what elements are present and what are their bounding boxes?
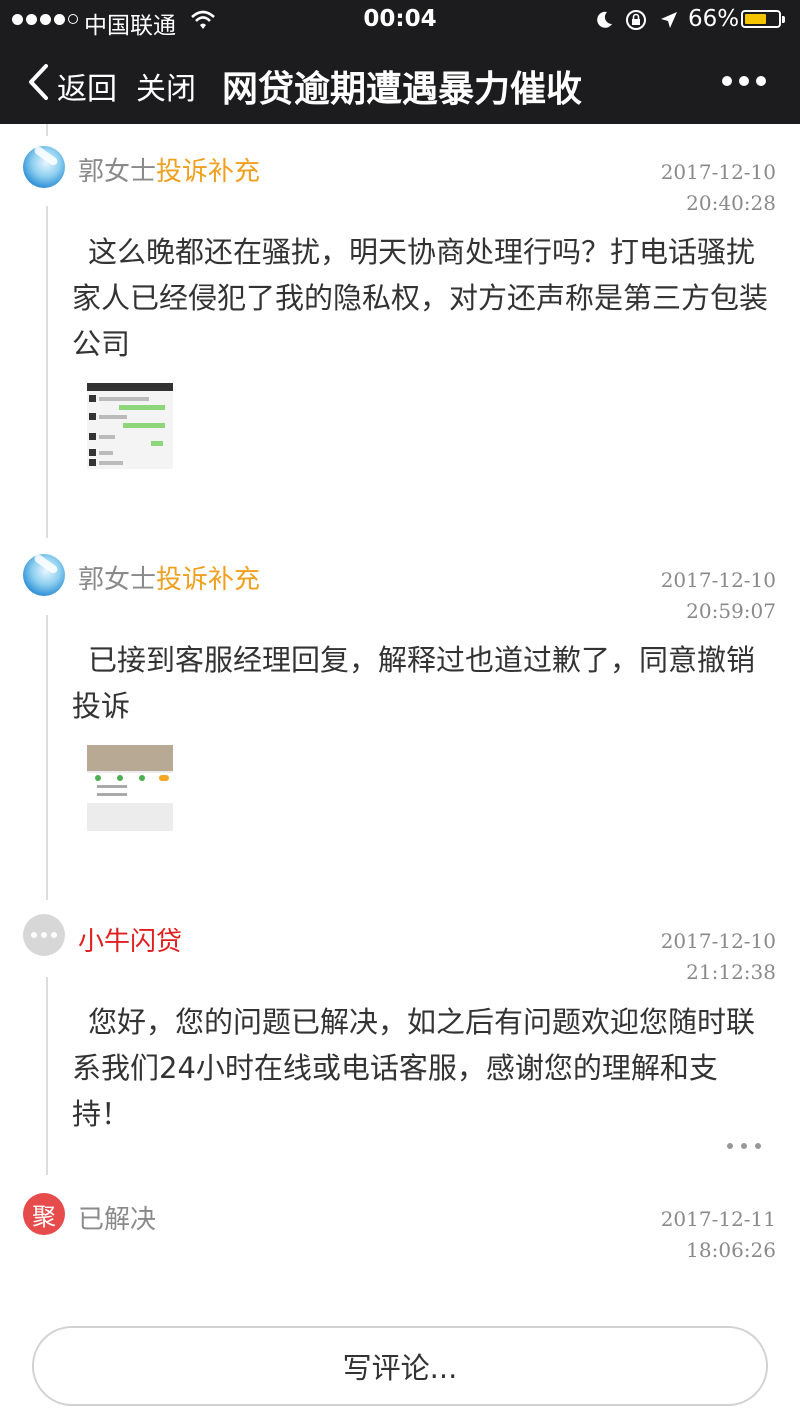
do-not-disturb-icon [597, 11, 612, 28]
close-button[interactable]: 关闭 [136, 64, 196, 108]
navigation-bar: 返回 关闭 网贷逾期遭遇暴力催收 [0, 40, 800, 124]
user-avatar [23, 146, 65, 188]
entry-author: 小牛闪贷 [78, 927, 183, 957]
timeline-line [46, 124, 48, 136]
back-button[interactable]: 返回 [57, 64, 117, 108]
organization-avatar [23, 914, 65, 956]
entry-text: 您好，您的问题已解决，如之后有问题欢迎您随时联系我们24小时在线或电话客服，感谢… [72, 1005, 756, 1131]
battery-percentage: 66% [688, 6, 740, 32]
entry-timestamp: 2017-12-10 21:12:38 [660, 929, 776, 984]
entry-tag: 投诉补充 [156, 565, 261, 595]
timeline-line [46, 206, 48, 538]
rotation-lock-icon [626, 10, 646, 30]
clock: 00:04 [363, 6, 437, 32]
entry-author: 郭女士投诉补充 [78, 157, 261, 187]
entry-author: 郭女士投诉补充 [78, 565, 261, 595]
attachment-thumbnail[interactable] [87, 745, 173, 831]
entry-timestamp: 2017-12-10 20:40:28 [660, 160, 776, 215]
attachment-thumbnail[interactable] [87, 383, 173, 469]
more-options-icon[interactable] [722, 76, 766, 86]
entry-timestamp: 2017-12-10 20:59:07 [660, 568, 776, 623]
entry-text: 这么晚都还在骚扰，明天协商处理行吗？打电话骚扰家人已经侵犯了我的隐私权，对方还声… [72, 235, 769, 361]
back-chevron-icon[interactable] [26, 62, 50, 102]
entry-tag: 投诉补充 [156, 157, 261, 187]
write-comment-button[interactable]: 写评论... [32, 1326, 768, 1406]
top-bar: 中国联通 00:04 66% 返回 关闭 网贷逾期遭遇暴力催收 [0, 0, 800, 124]
entry-text: 已接到客服经理回复，解释过也道过歉了，同意撤销投诉 [72, 643, 756, 723]
status-bar: 中国联通 00:04 66% [0, 0, 800, 40]
more-options-icon[interactable] [727, 1143, 761, 1149]
timeline-line [46, 977, 48, 1175]
user-avatar [23, 554, 65, 596]
battery-icon [741, 10, 785, 28]
timeline-line [46, 615, 48, 900]
location-icon [661, 12, 677, 28]
status-resolved: 已解决 [78, 1205, 157, 1235]
page-title: 网贷逾期遭遇暴力催收 [222, 69, 583, 110]
entry-timestamp: 2017-12-11 18:06:26 [660, 1207, 776, 1262]
resolved-avatar: 聚 [23, 1193, 65, 1235]
